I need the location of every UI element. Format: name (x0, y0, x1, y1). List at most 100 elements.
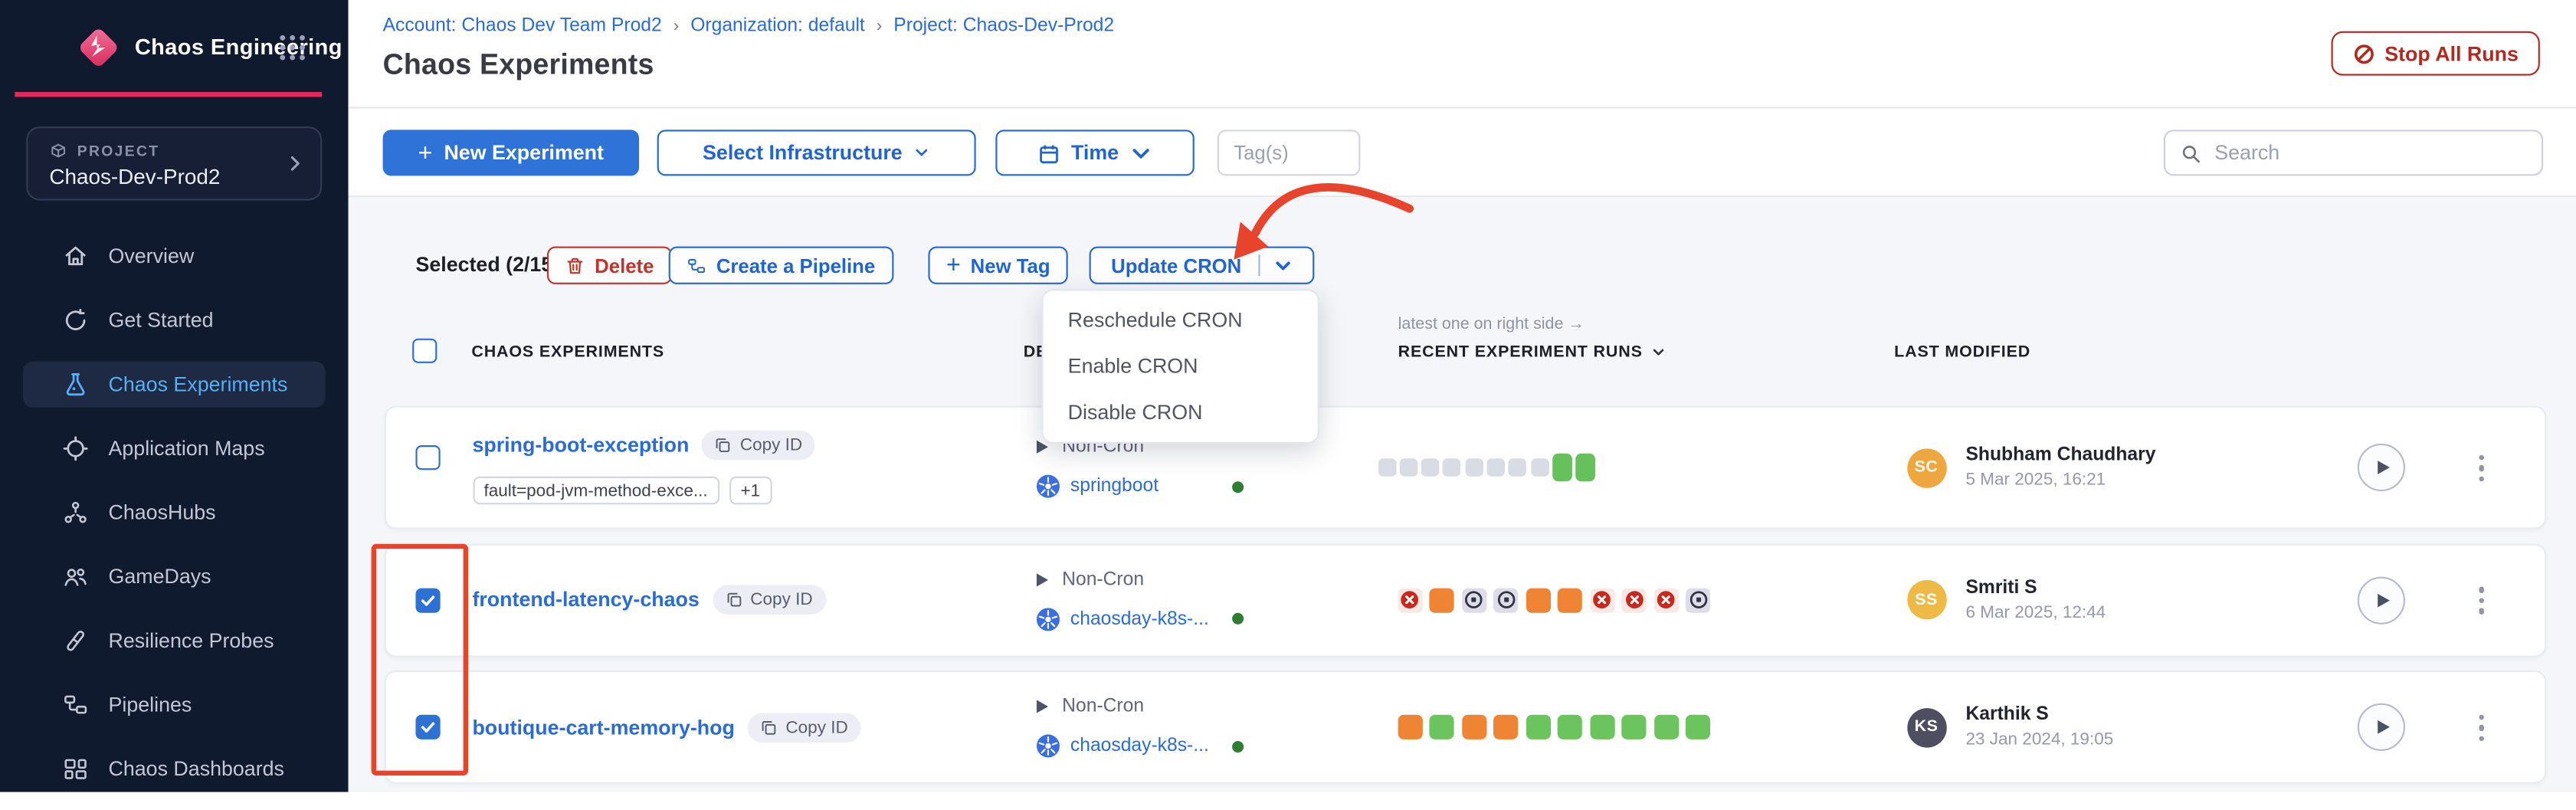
run-status-empty[interactable] (1465, 458, 1483, 477)
create-pipeline-button[interactable]: Create a Pipeline (669, 247, 893, 284)
breadcrumb-link[interactable]: Project: Chaos-Dev-Prod2 (893, 16, 1114, 36)
sidebar-item-chaos-dashboards[interactable]: Chaos Dashboards (23, 746, 326, 792)
expand-triangle-icon[interactable] (1036, 572, 1047, 585)
sidebar-item-resilience-probes[interactable]: Resilience Probes (23, 618, 326, 664)
run-status-success[interactable] (1558, 715, 1582, 739)
infra-status-dot (1231, 480, 1243, 492)
breadcrumb: Account: Chaos Dev Team Prod2›Organizati… (383, 16, 1115, 36)
run-status-success-tall[interactable] (1552, 454, 1572, 481)
copy-id-button[interactable]: Copy ID (713, 585, 826, 615)
new-experiment-button[interactable]: + New Experiment (383, 130, 639, 175)
project-name: Chaos-Dev-Prod2 (49, 164, 220, 189)
run-status-failed[interactable] (1398, 588, 1422, 612)
sidebar-item-gamedays[interactable]: GameDays (23, 554, 326, 600)
project-selector[interactable]: PROJECT Chaos-Dev-Prod2 (26, 126, 322, 200)
delete-button[interactable]: Delete (547, 247, 672, 284)
experiments-table: spring-boot-exception Copy ID fault=pod-… (384, 406, 2546, 798)
dashboard-icon (62, 756, 88, 782)
page-title: Chaos Experiments (383, 48, 654, 82)
row-checkbox[interactable] (415, 445, 439, 470)
column-header-recent-runs[interactable]: RECENT EXPERIMENT RUNS (1398, 343, 1666, 362)
experiment-name-cell: frontend-latency-chaos Copy ID (472, 545, 825, 655)
run-status-warning[interactable] (1461, 715, 1486, 739)
experiments-list-area: Selected (2/15) Delete Create a Pipeline… (349, 197, 2576, 792)
sidebar-item-chaoshubs[interactable]: ChaosHubs (23, 490, 326, 536)
run-status-warning[interactable] (1493, 715, 1518, 739)
run-status-warning[interactable] (1429, 588, 1454, 612)
run-status-failed[interactable] (1621, 588, 1646, 612)
run-status-success[interactable] (1589, 715, 1614, 739)
expand-triangle-icon[interactable] (1036, 700, 1047, 713)
sidebar-item-overview[interactable]: Overview (23, 233, 326, 279)
run-status-success-tall[interactable] (1576, 454, 1596, 481)
run-status-warning[interactable] (1398, 715, 1422, 739)
trash-icon (565, 255, 585, 275)
time-filter-dropdown[interactable]: Time (995, 130, 1194, 175)
run-status-empty[interactable] (1421, 458, 1440, 477)
select-infrastructure-dropdown[interactable]: Select Infrastructure (657, 130, 976, 175)
row-menu-kebab[interactable] (2478, 454, 2484, 481)
run-status-success[interactable] (1686, 715, 1710, 739)
expand-triangle-icon[interactable] (1036, 441, 1047, 454)
run-status-empty[interactable] (1443, 458, 1461, 477)
sidebar-item-application-maps[interactable]: Application Maps (23, 425, 326, 471)
row-checkbox[interactable] (415, 715, 439, 739)
row-menu-kebab[interactable] (2478, 586, 2484, 613)
update-cron-dropdown-button[interactable]: Update CRON (1090, 247, 1315, 284)
sidebar-item-label: Overview (109, 244, 195, 267)
tag-list: fault=pod-jvm-method-exce... +1 (472, 477, 815, 504)
menu-item-enable-cron[interactable]: Enable CRON (1044, 343, 1318, 389)
run-status-empty[interactable] (1486, 458, 1505, 477)
sidebar-item-chaos-experiments[interactable]: Chaos Experiments (23, 362, 326, 408)
copy-id-button[interactable]: Copy ID (703, 431, 816, 461)
sidebar-item-get-started[interactable]: Get Started (23, 297, 326, 343)
select-all-checkbox[interactable] (412, 339, 437, 363)
tags-filter-input[interactable] (1218, 130, 1361, 175)
run-status-empty[interactable] (1378, 458, 1396, 477)
copy-id-button[interactable]: Copy ID (748, 712, 861, 742)
search-input[interactable] (2165, 132, 2542, 175)
run-status-empty[interactable] (1509, 458, 1527, 477)
breadcrumb-link[interactable]: Account: Chaos Dev Team Prod2 (383, 16, 662, 36)
run-status-stopped[interactable] (1461, 588, 1486, 612)
module-grid-icon[interactable] (277, 33, 307, 63)
experiment-name-link[interactable]: frontend-latency-chaos (472, 589, 699, 612)
run-status-empty[interactable] (1530, 458, 1549, 477)
infrastructure-link[interactable]: chaosday-k8s-... (1070, 608, 1209, 628)
tag-chip[interactable]: fault=pod-jvm-method-exce... (472, 477, 719, 504)
run-status-failed[interactable] (1653, 588, 1678, 612)
target-icon (62, 435, 88, 461)
menu-item-disable-cron[interactable]: Disable CRON (1044, 389, 1318, 435)
run-status-empty[interactable] (1399, 458, 1417, 477)
run-status-success[interactable] (1653, 715, 1678, 739)
run-status-success[interactable] (1621, 715, 1646, 739)
run-status-stopped[interactable] (1493, 588, 1518, 612)
run-status-stopped[interactable] (1686, 588, 1710, 612)
probe-icon (62, 628, 88, 654)
infrastructure-link[interactable]: chaosday-k8s-... (1070, 736, 1209, 756)
breadcrumb-link[interactable]: Organization: default (690, 16, 865, 36)
run-experiment-button[interactable] (2357, 703, 2404, 751)
toolbar: + New Experiment Select Infrastructure T… (349, 109, 2576, 198)
run-status-success[interactable] (1429, 715, 1454, 739)
chaos-engineering-logo-icon (77, 26, 120, 69)
new-tag-button[interactable]: + New Tag (928, 247, 1068, 284)
menu-item-reschedule-cron[interactable]: Reschedule CRON (1044, 297, 1318, 343)
row-checkbox[interactable] (415, 588, 439, 612)
run-status-warning[interactable] (1526, 588, 1550, 612)
run-status-failed[interactable] (1589, 588, 1614, 612)
infra-status-dot (1231, 740, 1243, 752)
experiment-name-link[interactable]: boutique-cart-memory-hog (472, 716, 734, 739)
pipeline-icon (687, 255, 706, 275)
experiment-name-link[interactable]: spring-boot-exception (472, 434, 689, 457)
row-menu-kebab[interactable] (2478, 714, 2484, 741)
infrastructure-link[interactable]: springboot (1070, 477, 1159, 497)
last-modified-cell: KS Karthik S 23 Jan 2024, 19:05 (1906, 672, 2113, 782)
run-experiment-button[interactable] (2357, 576, 2404, 624)
run-status-warning[interactable] (1558, 588, 1582, 612)
tag-chip[interactable]: +1 (729, 477, 772, 504)
run-experiment-button[interactable] (2357, 444, 2404, 491)
sidebar-item-pipelines[interactable]: Pipelines (23, 682, 326, 728)
stop-all-runs-button[interactable]: Stop All Runs (2330, 31, 2539, 76)
run-status-success[interactable] (1526, 715, 1550, 739)
